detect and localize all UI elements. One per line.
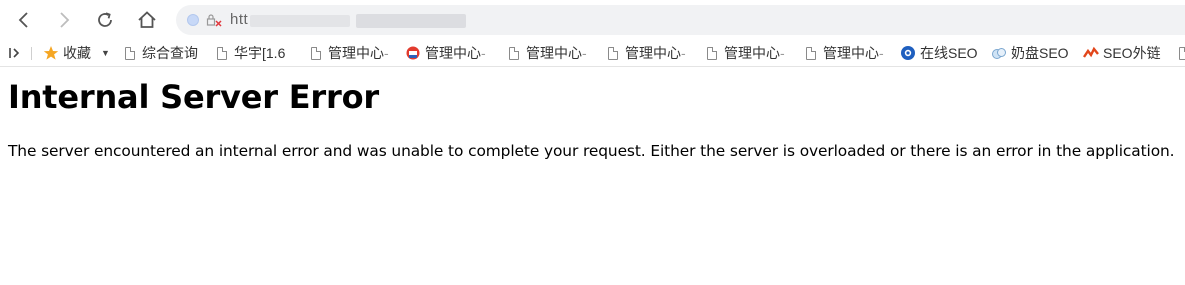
reload-button[interactable] [91,6,119,34]
page-icon [308,45,324,61]
address-url[interactable]: htt [230,11,248,28]
star-icon [43,45,59,61]
bookmark-overflow[interactable] [1176,43,1185,63]
bookmark-item[interactable]: 管理中心 - [605,43,686,63]
bookmark-item[interactable]: 管理中心 - [405,43,486,63]
bookmark-label: 管理中心 [625,45,681,61]
chevron-right-icon [60,12,70,28]
bookmark-label: 华宇[1.6 [234,45,286,61]
bookmarks-toggle-button[interactable] [8,43,22,63]
url-redaction [356,14,466,28]
bookmark-label: 管理中心 [823,45,879,61]
bookmark-item[interactable]: 管理中心 - [506,43,587,63]
url-redaction [250,15,350,27]
home-button[interactable] [133,6,161,34]
bookmark-label: 在线SEO [920,45,978,61]
page-icon [214,45,230,61]
bookmark-label: SEO外链 [1103,45,1161,61]
page-icon [704,45,720,61]
address-bar[interactable]: htt [176,5,1185,35]
page-icon [122,45,138,61]
forward-button[interactable] [50,6,78,34]
bookmark-label: 收藏 [63,45,91,61]
page-icon [506,45,522,61]
bookmark-label: 综合查询 [142,45,198,61]
browser-toolbar: htt [0,0,1185,40]
back-button[interactable] [10,6,38,34]
bookmarks-divider [31,47,32,60]
red-logo-icon [1083,45,1099,61]
sidebar-toggle-icon [9,48,20,58]
error-message: The server encountered an internal error… [8,142,1175,160]
label-fade: - [481,45,486,61]
insecure-lock-icon[interactable] [206,12,222,28]
bookmark-label: 管理中心 [425,45,481,61]
site-info-icon[interactable] [187,14,199,26]
label-fade: - [879,45,884,61]
label-fade: - [681,45,686,61]
bookmark-label: 管理中心 [526,45,582,61]
bookmark-label: 管理中心 [724,45,780,61]
bookmark-item[interactable]: 奶盘SEO [991,43,1069,63]
page-icon [803,45,819,61]
bookmark-item[interactable]: 管理中心 - [704,43,785,63]
page-icon [605,45,621,61]
label-fade: - [780,45,785,61]
bookmark-item[interactable]: 华宇[1.6 [214,43,285,63]
error-heading: Internal Server Error [8,78,379,116]
bookmark-item[interactable]: SEO外链 [1083,43,1161,63]
chevron-left-icon [18,12,28,28]
globe-logo-icon [900,45,916,61]
bookmarks-bar: 收藏 ▼ 综合查询 华宇[1.6 管理中心 - 管理中心 - 管理中心 - 管理中心 - [0,40,1185,67]
bookmark-item[interactable]: 管理中心 - [308,43,389,63]
cloud-logo-icon [991,45,1007,61]
page-icon [1176,45,1185,61]
caret-down-icon: ▼ [101,48,110,58]
reload-icon [98,12,112,27]
bookmark-label: 管理中心 [328,45,384,61]
bookmark-label: 奶盘SEO [1011,45,1069,61]
label-fade: - [582,45,587,61]
bookmark-item[interactable]: 在线SEO [900,43,978,63]
bookmark-item[interactable]: 管理中心 - [803,43,884,63]
colorful-logo-icon [405,45,421,61]
bookmark-favorites[interactable]: 收藏 ▼ [43,43,110,63]
home-icon [138,11,156,28]
label-fade: - [384,45,389,61]
bookmark-item[interactable]: 综合查询 [122,43,198,63]
